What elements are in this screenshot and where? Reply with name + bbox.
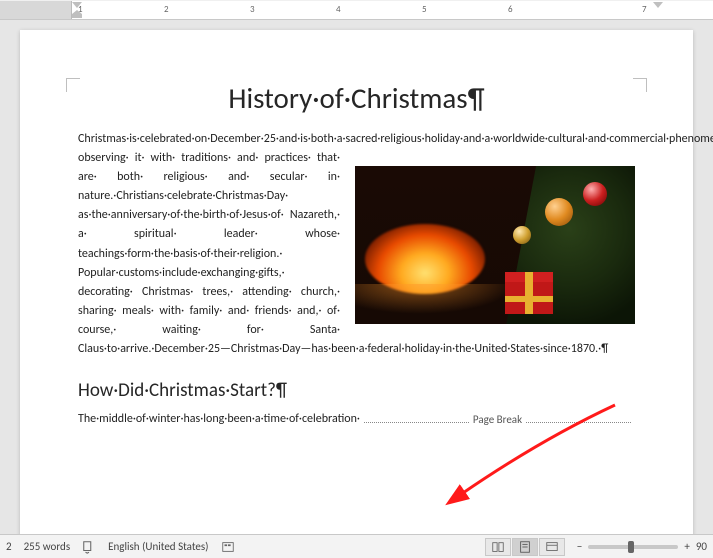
paragraph-text-wrapped[interactable]: observing· it· with· traditions· and· pr… (78, 149, 340, 341)
page-number-value: 2 (6, 540, 12, 553)
zoom-in-button[interactable]: + (684, 540, 689, 553)
spellcheck-icon (82, 540, 96, 554)
page-break-line[interactable]: The·middle·of·winter·has·long·been·a·tim… (78, 412, 635, 426)
document-title[interactable]: History·of·Christmas¶ (78, 80, 635, 116)
ruler-number: 2 (164, 4, 169, 15)
zoom-out-button[interactable]: − (577, 540, 582, 553)
ruler-number: 5 (422, 4, 427, 15)
status-word-count[interactable]: 255 words (24, 540, 71, 553)
ruler-number: 7 (642, 4, 647, 15)
ruler-number: 3 (250, 4, 255, 15)
view-print-layout-button[interactable] (512, 538, 538, 556)
view-web-layout-button[interactable] (539, 538, 565, 556)
accessibility-icon (221, 540, 235, 554)
paragraph-text[interactable]: Christmas·is·celebrated·on·December·25·a… (78, 130, 635, 149)
document-body[interactable]: Christmas·is·celebrated·on·December·25·a… (78, 130, 635, 359)
horizontal-ruler[interactable]: 1 2 3 4 5 6 7 (0, 0, 713, 20)
zoom-control: − + 90 (577, 540, 707, 553)
document-page[interactable]: History·of·Christmas¶ Christmas·is·celeb… (20, 30, 693, 534)
image-fire-glow (355, 284, 515, 314)
status-bar: 2 255 words English (United States) − + … (0, 534, 713, 558)
view-read-mode-button[interactable] (485, 538, 511, 556)
zoom-slider-thumb[interactable] (628, 541, 634, 553)
web-layout-icon (545, 540, 559, 554)
print-layout-icon (518, 540, 532, 554)
status-page-number[interactable]: 2 (6, 540, 12, 553)
ruler-track[interactable]: 1 2 3 4 5 6 7 (72, 1, 713, 19)
image-gift-ribbon (505, 296, 553, 302)
ruler-number: 6 (508, 4, 513, 15)
ruler-left-margin (0, 1, 72, 19)
margin-crop-mark (66, 78, 80, 92)
margin-crop-mark (633, 78, 647, 92)
page-break-leader-dots (364, 415, 469, 423)
inline-image-christmas[interactable] (355, 166, 635, 324)
document-heading-2[interactable]: How·Did·Christmas·Start?¶ (78, 379, 635, 402)
status-accessibility[interactable] (221, 540, 235, 554)
zoom-value[interactable]: 90 (696, 540, 707, 553)
read-mode-icon (491, 540, 505, 554)
zoom-slider[interactable] (588, 545, 678, 549)
image-ornament-small (513, 226, 531, 244)
document-scroll-area[interactable]: History·of·Christmas¶ Christmas·is·celeb… (0, 20, 713, 534)
image-ornament-gold (545, 198, 573, 226)
image-ornament-red (583, 182, 607, 206)
word-count-value: 255 words (24, 540, 71, 553)
paragraph-text[interactable]: The·middle·of·winter·has·long·been·a·tim… (78, 412, 360, 426)
page-break-label: Page Break (473, 413, 522, 426)
view-mode-buttons (485, 538, 565, 556)
paragraph-text[interactable]: Claus·to·arrive.·December·25—Christmas·D… (78, 340, 635, 359)
page-break-leader-dots (526, 415, 631, 423)
status-language[interactable]: English (United States) (108, 540, 208, 553)
ruler-number: 4 (336, 4, 341, 15)
status-spellcheck[interactable] (82, 540, 96, 554)
language-value: English (United States) (108, 540, 208, 553)
